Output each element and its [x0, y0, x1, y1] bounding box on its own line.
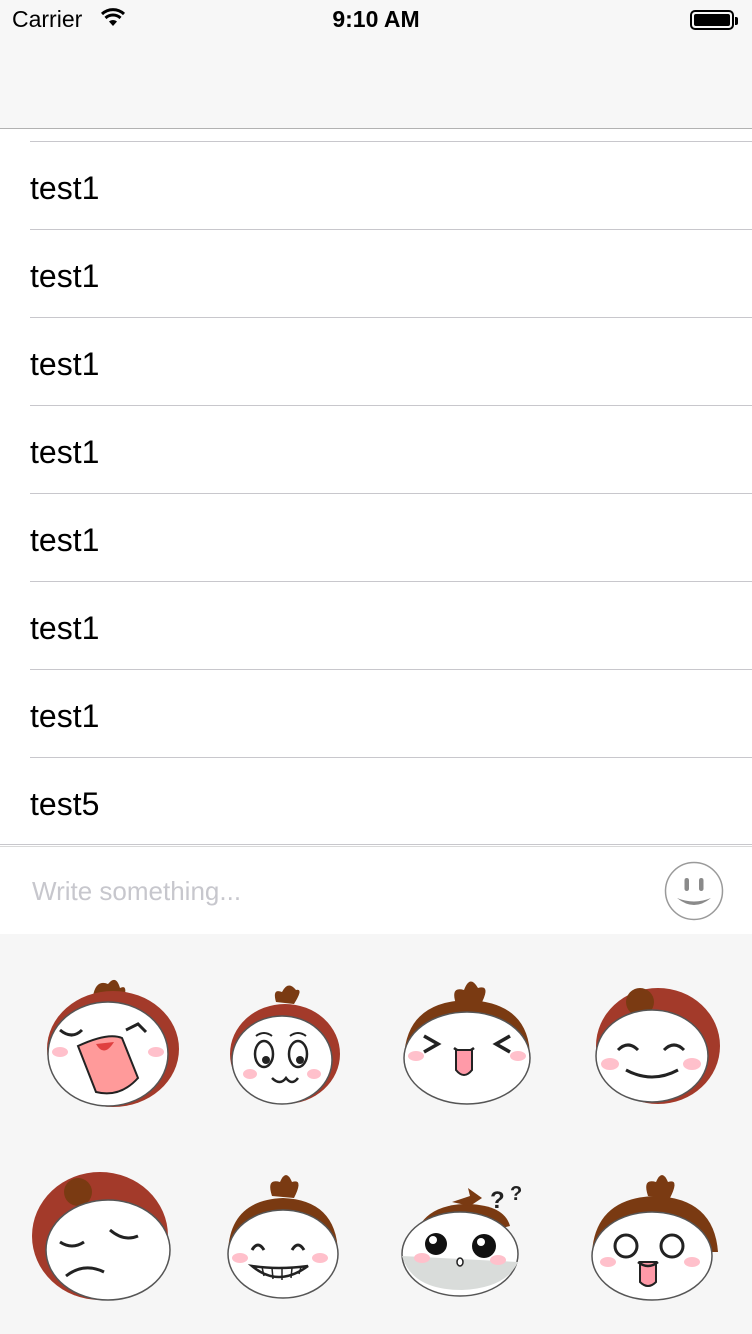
list-item-label: test5 — [30, 786, 100, 822]
sticker-surprised-tongue-icon[interactable] — [580, 1166, 730, 1306]
message-input[interactable] — [20, 867, 620, 915]
list-bottom-separator — [0, 844, 752, 845]
list-item[interactable]: test1 — [0, 318, 752, 406]
list-item[interactable]: test1 — [0, 406, 752, 494]
list-item[interactable]: test1 — [0, 494, 752, 582]
composer-bar — [0, 846, 752, 934]
list-item-label: test1 — [30, 346, 100, 382]
emoji-panel: ? ? — [0, 934, 752, 1334]
clock-label: 9:10 AM — [332, 6, 420, 32]
list-item-label: test1 — [30, 170, 100, 206]
sticker-grin-icon[interactable] — [208, 1166, 358, 1306]
list-item-label: test1 — [30, 258, 100, 294]
sticker-smile-icon[interactable] — [580, 974, 730, 1114]
list-item-label: test1 — [30, 698, 100, 734]
svg-text:?: ? — [510, 1183, 522, 1205]
list-item-label: test1 — [30, 610, 100, 646]
list-item-label: test1 — [30, 434, 100, 470]
list-item[interactable]: test5 — [0, 758, 752, 845]
list-item-label: test1 — [30, 522, 100, 558]
list-item[interactable]: test1 — [0, 230, 752, 318]
sticker-confused-icon[interactable]: ? ? — [392, 1166, 542, 1306]
message-list[interactable]: test1 test1 test1 test1 test1 test1 test… — [0, 129, 752, 845]
status-bar: Carrier 9:10 AM — [0, 0, 752, 40]
list-item[interactable]: test1 — [0, 670, 752, 758]
emoji-toggle-button[interactable] — [664, 861, 724, 921]
svg-text:?: ? — [490, 1187, 505, 1214]
sticker-smirk-icon[interactable] — [210, 974, 360, 1114]
sticker-crying-icon[interactable] — [38, 974, 188, 1114]
sticker-tongue-squint-icon[interactable] — [392, 974, 542, 1114]
list-item[interactable]: test1 — [0, 142, 752, 230]
battery-icon — [690, 10, 738, 30]
sticker-sleepy-icon[interactable] — [28, 1166, 178, 1306]
navigation-bar: Carrier 9:10 AM — [0, 0, 752, 129]
list-item[interactable]: test1 — [0, 582, 752, 670]
